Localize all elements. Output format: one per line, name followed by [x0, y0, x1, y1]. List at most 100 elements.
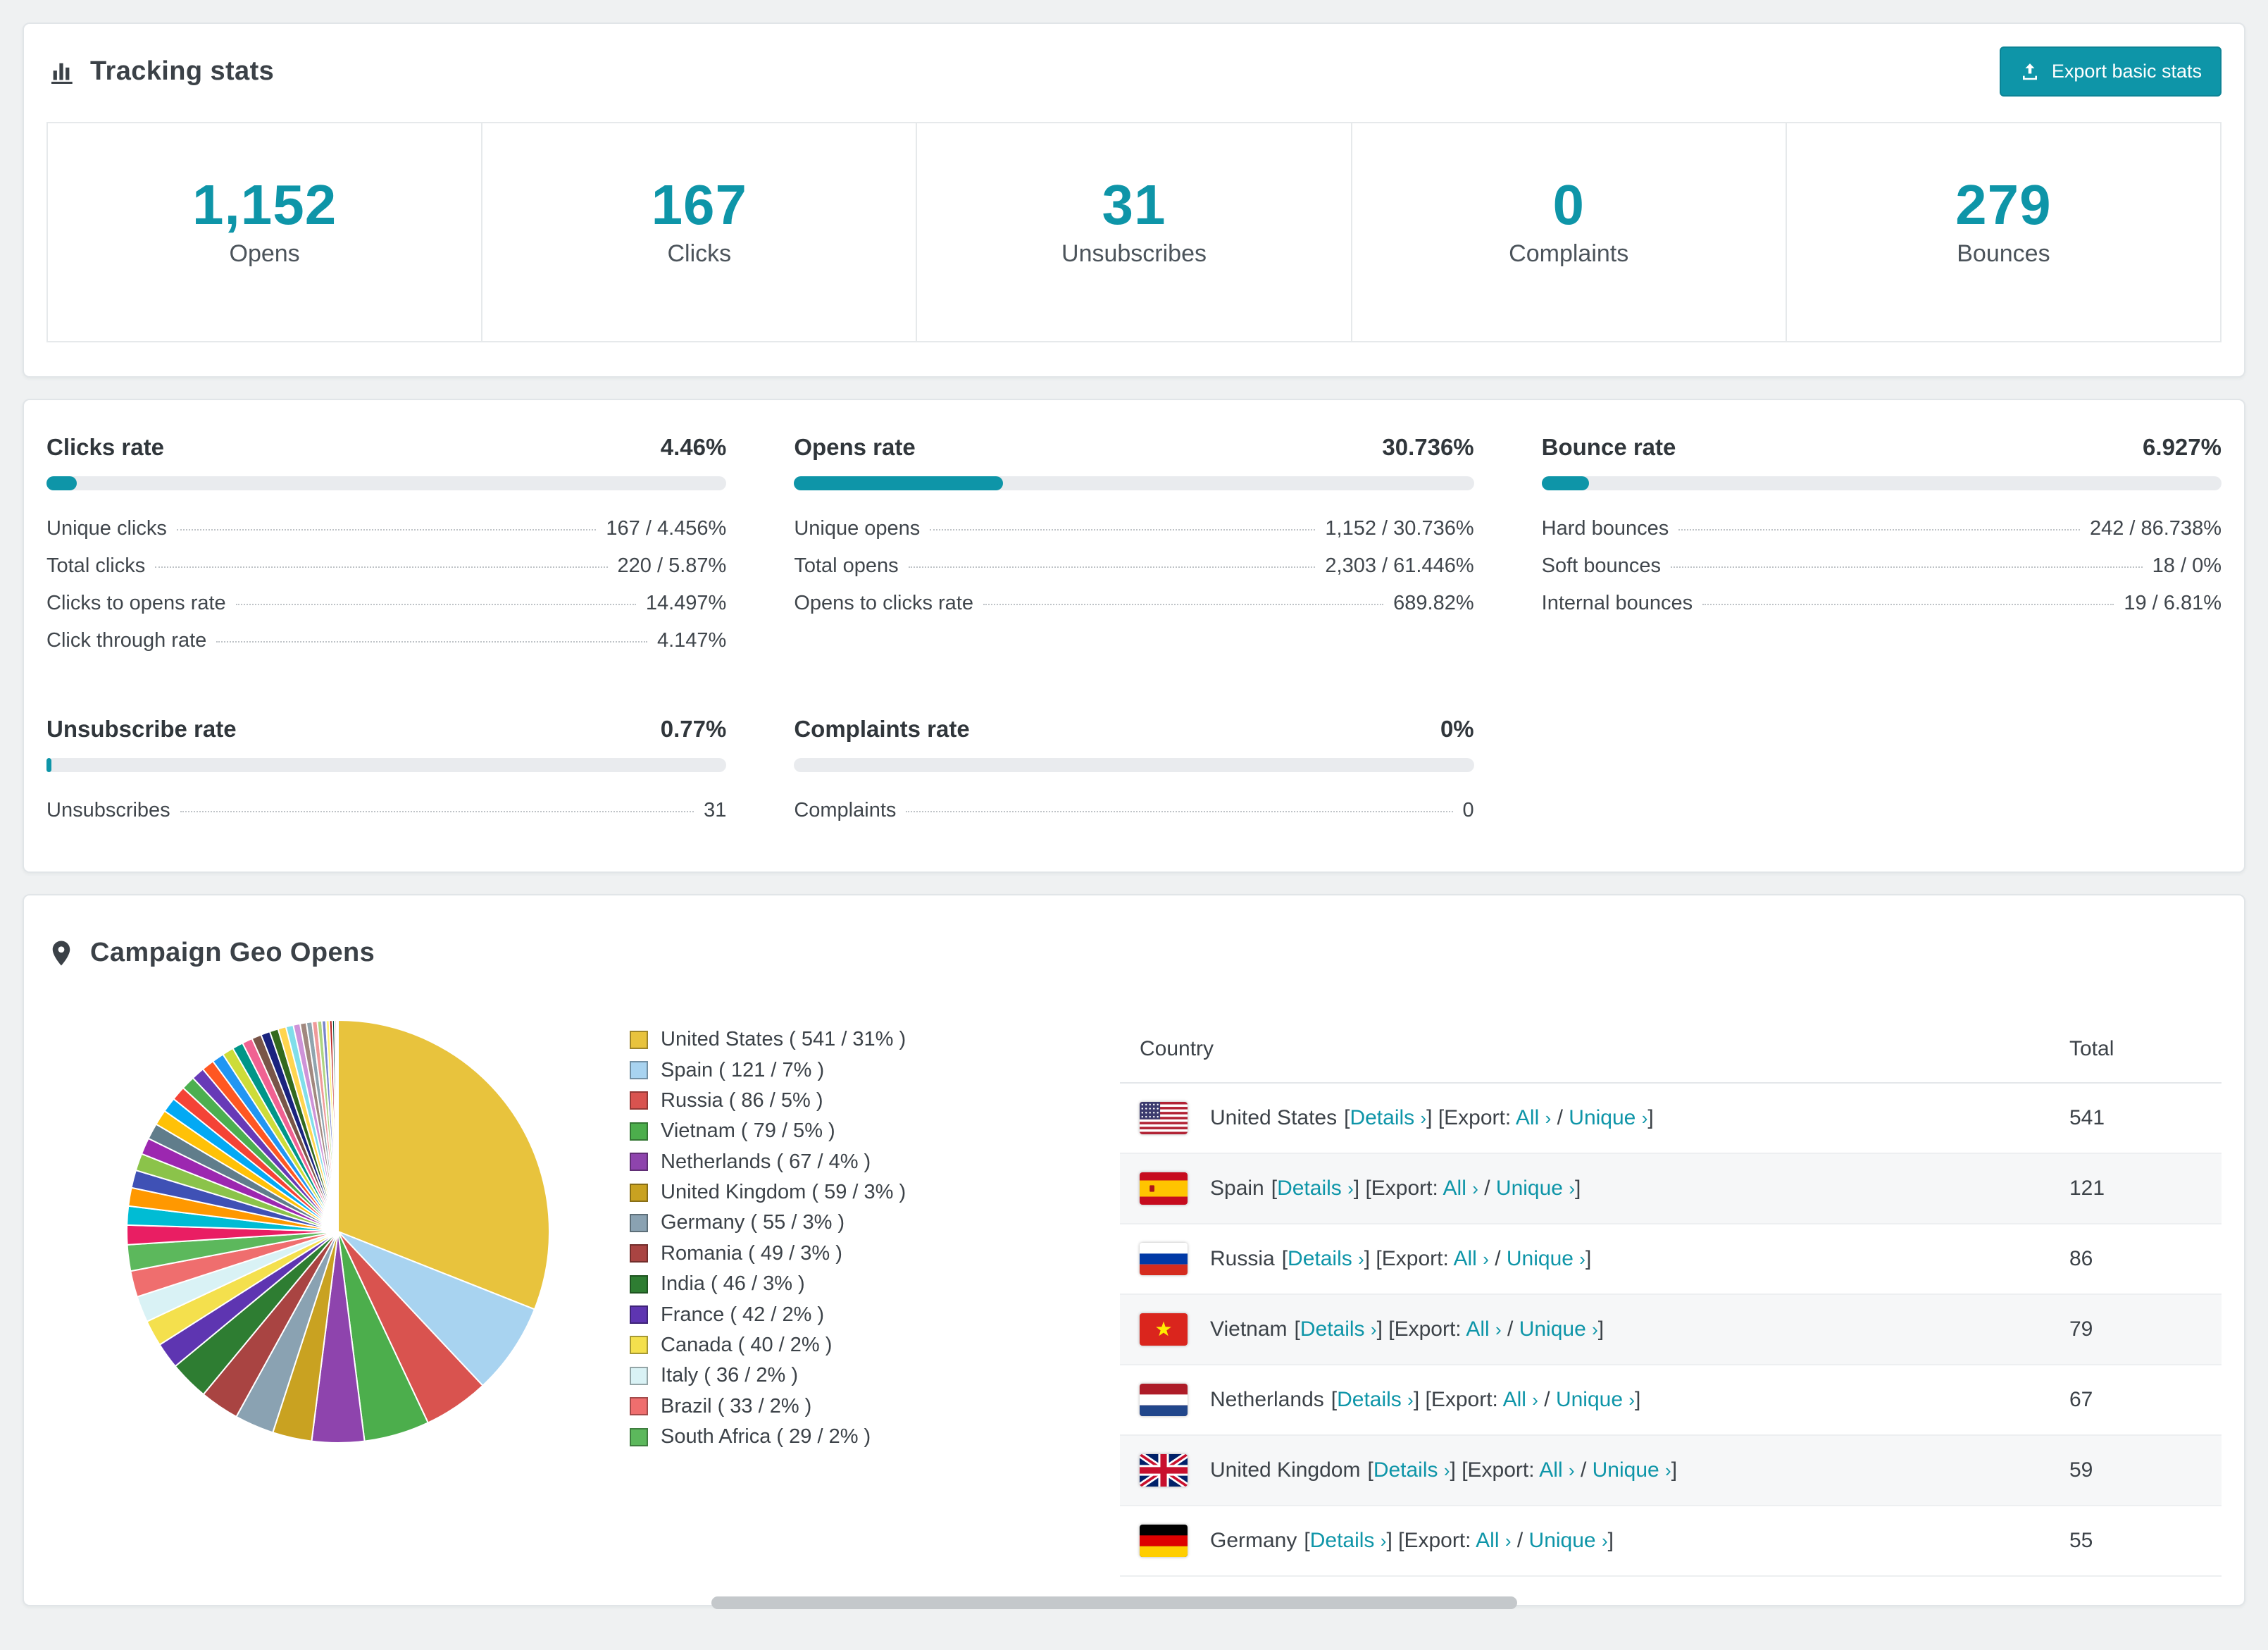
export-unique-link[interactable]: Unique › — [1593, 1458, 1671, 1482]
export-unique-link[interactable]: Unique › — [1519, 1317, 1598, 1341]
export-all-link[interactable]: All › — [1516, 1106, 1551, 1129]
legend-item-vietnam[interactable]: Vietnam ( 79 / 5% ) — [630, 1116, 1120, 1146]
geo-table-row-vietnam: Vietnam [Details ›] [Export: All › / Uniq… — [1120, 1295, 2222, 1365]
rate-row-value: 0 — [1462, 799, 1474, 821]
export-unique-link[interactable]: Unique › — [1507, 1247, 1585, 1270]
rate-value: 0.77% — [660, 716, 727, 742]
legend-item-brazil[interactable]: Brazil ( 33 / 2% ) — [630, 1391, 1120, 1422]
export-all-link[interactable]: All › — [1443, 1177, 1478, 1200]
geo-opens-table: Country Total United States [Details ›] [… — [1120, 1016, 2222, 1577]
legend-item-russia[interactable]: Russia ( 86 / 5% ) — [630, 1086, 1120, 1116]
geo-table-row-germany: Germany [Details ›] [Export: All › / Uniq… — [1120, 1506, 2222, 1577]
geo-opens-pie-chart — [46, 1016, 630, 1577]
tracking-stats-title: Tracking stats — [90, 56, 275, 86]
export-unique-link[interactable]: Unique › — [1529, 1529, 1608, 1552]
legend-item-italy[interactable]: Italy ( 36 / 2% ) — [630, 1360, 1120, 1391]
chevron-right-icon: › — [1495, 1319, 1502, 1340]
dotted-leader — [930, 529, 1316, 531]
details-link[interactable]: Details › — [1277, 1177, 1354, 1200]
stat-label: Unsubscribes — [1061, 240, 1207, 267]
legend-item-united-states[interactable]: United States ( 541 / 31% ) — [630, 1024, 1120, 1055]
rate-title: Complaints rate — [794, 716, 970, 742]
export-unique-link[interactable]: Unique › — [1496, 1177, 1575, 1200]
export-all-link[interactable]: All › — [1466, 1317, 1501, 1341]
rate-row-label: Internal bounces — [1541, 592, 1693, 614]
chevron-right-icon: › — [1665, 1460, 1671, 1481]
progress-bar-track — [46, 758, 727, 772]
legend-swatch-icon — [630, 1183, 648, 1202]
details-link[interactable]: Details › — [1337, 1388, 1414, 1411]
export-unique-link[interactable]: Unique › — [1569, 1106, 1647, 1129]
flag-ru-icon — [1140, 1243, 1188, 1275]
horizontal-scrollbar-thumb[interactable] — [711, 1596, 1517, 1609]
rate-title: Bounce rate — [1541, 434, 1676, 460]
rate-row: Complaints 0 — [794, 792, 1473, 829]
geo-table-row-united-kingdom: United Kingdom [Details ›] [Export: All ›… — [1120, 1436, 2222, 1506]
country-name: Germany — [1210, 1529, 1297, 1552]
geo-body: United States ( 541 / 31% ) Spain ( 121 /… — [46, 1016, 2222, 1577]
country-name: Vietnam — [1210, 1317, 1288, 1341]
legend-swatch-icon — [630, 1305, 648, 1325]
chevron-right-icon: › — [1628, 1389, 1635, 1410]
details-link[interactable]: Details › — [1310, 1529, 1387, 1552]
geo-table-row-spain: Spain [Details ›] [Export: All › / Unique… — [1120, 1154, 2222, 1224]
chevron-right-icon: › — [1472, 1178, 1478, 1199]
legend-item-netherlands[interactable]: Netherlands ( 67 / 4% ) — [630, 1147, 1120, 1177]
legend-item-india[interactable]: India ( 46 / 3% ) — [630, 1269, 1120, 1299]
export-all-link[interactable]: All › — [1503, 1388, 1538, 1411]
details-link[interactable]: Details › — [1300, 1317, 1377, 1341]
export-all-link[interactable]: All › — [1454, 1247, 1489, 1270]
country-name: Russia — [1210, 1247, 1275, 1270]
chevron-right-icon: › — [1532, 1389, 1538, 1410]
legend-item-france[interactable]: France ( 42 / 2% ) — [630, 1299, 1120, 1329]
progress-bar-fill — [46, 758, 52, 772]
flag-de-icon — [1140, 1525, 1188, 1557]
legend-item-germany[interactable]: Germany ( 55 / 3% ) — [630, 1208, 1120, 1238]
export-basic-stats-button[interactable]: Export basic stats — [1999, 46, 2222, 97]
chevron-right-icon: › — [1420, 1108, 1427, 1129]
country-total: 59 — [2069, 1458, 2093, 1482]
legend-label: Brazil ( 33 / 2% ) — [661, 1394, 812, 1418]
legend-label: Netherlands ( 67 / 4% ) — [661, 1150, 871, 1173]
export-all-link[interactable]: All › — [1539, 1458, 1574, 1482]
rate-value: 0% — [1440, 716, 1474, 742]
chevron-right-icon: › — [1407, 1389, 1414, 1410]
dotted-leader — [1670, 566, 2143, 568]
legend-item-spain[interactable]: Spain ( 121 / 7% ) — [630, 1055, 1120, 1085]
legend-item-romania[interactable]: Romania ( 49 / 3% ) — [630, 1239, 1120, 1269]
campaign-geo-opens-card: Campaign Geo Opens United States ( 541 /… — [23, 894, 2245, 1606]
details-link[interactable]: Details › — [1288, 1247, 1364, 1270]
rates-grid: Clicks rate 4.46% Unique clicks 167 / 4.456… — [46, 434, 2222, 829]
rate-block-complaints-rate: Complaints rate 0% Complaints 0 — [794, 716, 1474, 829]
rate-block-opens-rate: Opens rate 30.736% Unique opens 1,152 / 30.… — [794, 434, 1474, 659]
rate-row-label: Soft bounces — [1541, 554, 1661, 577]
export-unique-link[interactable]: Unique › — [1556, 1388, 1635, 1411]
pie-slice — [337, 1019, 339, 1232]
legend-item-south-africa[interactable]: South Africa ( 29 / 2% ) — [630, 1422, 1120, 1452]
rate-row-value: 1,152 / 30.736% — [1325, 517, 1474, 540]
legend-swatch-icon — [630, 1397, 648, 1416]
dotted-leader — [983, 604, 1384, 605]
dotted-leader — [908, 566, 1316, 568]
details-link[interactable]: Details › — [1350, 1106, 1426, 1129]
stat-clicks: 167 Clicks — [482, 123, 918, 341]
stats-row: 1,152 Opens 167 Clicks 31 Unsubscribes 0 Compla… — [46, 122, 2222, 342]
country-total: 541 — [2069, 1106, 2105, 1129]
rate-row: Total opens 2,303 / 61.446% — [794, 547, 1473, 585]
dotted-leader — [180, 811, 694, 812]
stat-value: 279 — [1955, 173, 2052, 236]
chevron-right-icon: › — [1347, 1178, 1354, 1199]
details-link[interactable]: Details › — [1373, 1458, 1450, 1482]
legend-item-canada[interactable]: Canada ( 40 / 2% ) — [630, 1330, 1120, 1360]
legend-item-united-kingdom[interactable]: United Kingdom ( 59 / 3% ) — [630, 1177, 1120, 1208]
export-all-link[interactable]: All › — [1476, 1529, 1511, 1552]
legend-label: Romania ( 49 / 3% ) — [661, 1241, 842, 1265]
rate-block-bounce-rate: Bounce rate 6.927% Hard bounces 242 / 86.73… — [1541, 434, 2222, 659]
progress-bar-fill — [46, 476, 77, 490]
legend-label: Italy ( 36 / 2% ) — [661, 1364, 799, 1387]
rate-row-label: Unique clicks — [46, 517, 167, 540]
rate-row: Total clicks 220 / 5.87% — [46, 547, 726, 585]
flag-vn-icon — [1140, 1313, 1188, 1346]
stat-label: Clicks — [667, 240, 732, 267]
chevron-right-icon: › — [1579, 1248, 1585, 1270]
